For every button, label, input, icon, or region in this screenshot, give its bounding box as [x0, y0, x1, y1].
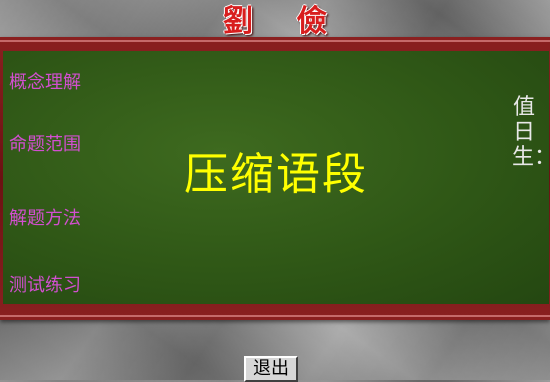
menu-item-method[interactable]: 解题方法 [9, 204, 81, 230]
menu-item-scope[interactable]: 命题范围 [9, 130, 81, 156]
frame-bottom-line [0, 315, 550, 317]
exit-button[interactable]: 退出 [244, 356, 298, 382]
frame-top-line [0, 40, 550, 42]
main-title: 压缩语段 [184, 149, 368, 200]
header-title: 劉儉 [223, 4, 371, 39]
menu-item-concept[interactable]: 概念理解 [9, 68, 81, 94]
duty-student-label: 值日生： [512, 95, 550, 170]
menu-item-exercise[interactable]: 测试练习 [9, 271, 81, 297]
